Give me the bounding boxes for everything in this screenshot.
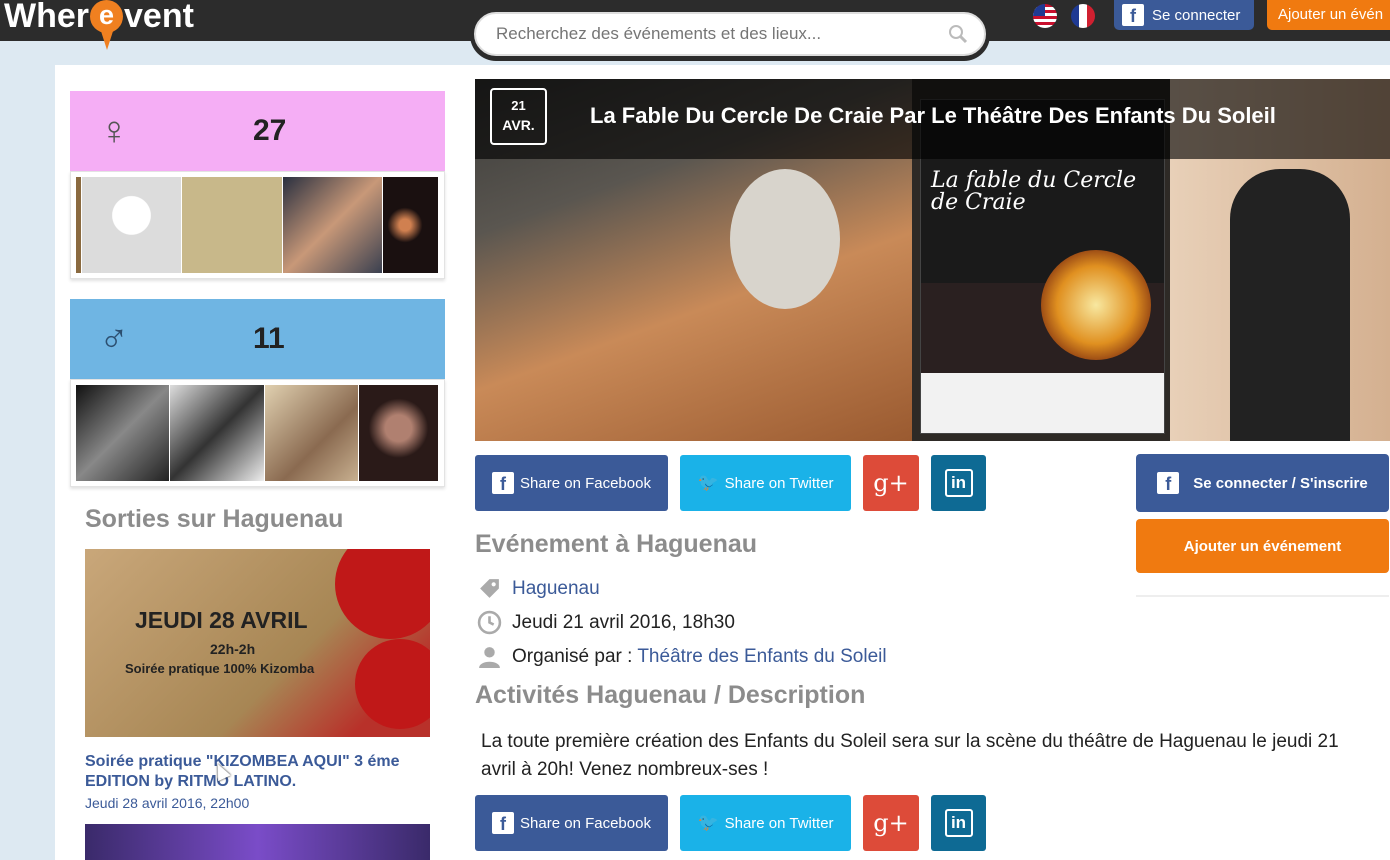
logo-text-right: vent: [124, 0, 194, 35]
add-event-button[interactable]: Ajouter un événement: [1136, 519, 1389, 573]
wherevent-logo[interactable]: Wher e vent: [4, 0, 194, 50]
event-datetime-row: Jeudi 21 avril 2016, 18h30: [477, 610, 735, 635]
google-plus-icon: g+: [873, 809, 909, 837]
share-twitter-button[interactable]: 🐦 Share on Twitter: [680, 455, 851, 511]
facebook-icon: f: [1157, 472, 1180, 494]
poster-hours: 22h-2h: [210, 641, 256, 657]
google-plus-icon: g+: [873, 469, 909, 497]
top-connect-button[interactable]: f Se connecter: [1114, 0, 1254, 30]
share-facebook-label: Share on Facebook: [520, 474, 651, 492]
event-section-title: Evénement à Haguenau: [475, 530, 758, 558]
event-location-link[interactable]: Haguenau: [512, 578, 600, 600]
user-icon: [479, 647, 500, 668]
sidebar-event-link[interactable]: Soirée pratique "KIZOMBEA AQUI" 3 éme ED…: [85, 752, 425, 792]
linkedin-icon: in: [944, 469, 973, 497]
female-count: 27: [253, 114, 287, 147]
sidebar-event-date: Jeudi 28 avril 2016, 22h00: [85, 795, 250, 811]
male-icon: ♂: [99, 316, 129, 361]
top-connect-label: Se connecter: [1152, 6, 1241, 24]
sidebar-event-image-2[interactable]: [85, 824, 430, 860]
rose-decoration: [335, 549, 430, 639]
avatar[interactable]: [182, 177, 282, 273]
male-count: 11: [253, 322, 285, 355]
avatar[interactable]: [81, 177, 182, 273]
avatar[interactable]: [383, 177, 438, 273]
search-icon[interactable]: [948, 24, 968, 44]
avatar[interactable]: [358, 385, 439, 481]
event-datetime: Jeudi 21 avril 2016, 18h30: [512, 611, 735, 633]
avatar[interactable]: [76, 385, 170, 481]
event-date-badge: 21 AVR.: [490, 88, 547, 145]
poster-circle: [1041, 250, 1151, 360]
avatar[interactable]: [282, 177, 383, 273]
event-location-row: Haguenau: [477, 576, 600, 601]
share-facebook-label: Share on Facebook: [520, 814, 651, 832]
facebook-icon: f: [492, 812, 515, 834]
avatar[interactable]: [170, 385, 264, 481]
event-day: 21: [511, 98, 526, 113]
facebook-icon: f: [1122, 4, 1144, 26]
poster-sponsors: [921, 373, 1164, 433]
organiser-link[interactable]: Théâtre des Enfants du Soleil: [637, 646, 886, 667]
linkedin-icon: in: [944, 809, 973, 837]
twitter-icon: 🐦: [697, 813, 719, 832]
share-twitter-button[interactable]: 🐦 Share on Twitter: [680, 795, 851, 851]
share-linkedin-button[interactable]: in: [931, 795, 986, 851]
male-avatars: [70, 379, 445, 487]
hero-figure: [1230, 169, 1350, 441]
logo-text-left: Wher: [4, 0, 89, 35]
avatar[interactable]: [76, 177, 81, 273]
event-description: La toute première création des Enfants d…: [481, 731, 1339, 780]
event-organiser-row: Organisé par : Théâtre des Enfants du So…: [477, 644, 887, 669]
female-icon: ♀: [99, 108, 129, 153]
share-linkedin-button[interactable]: in: [931, 455, 986, 511]
sidebar-event-image[interactable]: JEUDI 28 AVRIL 22h-2h Soirée pratique 10…: [85, 549, 430, 737]
share-twitter-label: Share on Twitter: [724, 474, 834, 492]
female-avatars: [70, 171, 445, 279]
hero-face: [730, 169, 840, 309]
poster-subtitle: Soirée pratique 100% Kizomba: [125, 661, 315, 676]
connect-signup-button[interactable]: f Se connecter / S'inscrire: [1136, 454, 1389, 512]
search-bar[interactable]: [474, 12, 986, 56]
english-flag-icon[interactable]: [1033, 4, 1057, 28]
event-hero-image: La fable du Cercle de Craie 21 AVR. La F…: [475, 79, 1390, 441]
sidebar-section-title: Sorties sur Haguenau: [85, 505, 344, 533]
share-google-button[interactable]: g+: [863, 795, 919, 851]
female-header: ♀ 27: [70, 91, 445, 171]
facebook-icon: f: [492, 472, 515, 494]
divider: [1136, 595, 1389, 597]
male-attendees-box: ♂ 11: [70, 299, 445, 487]
description-title: Activités Haguenau / Description: [475, 681, 866, 709]
top-add-event-button[interactable]: Ajouter un évén: [1267, 0, 1390, 30]
organiser-prefix: Organisé par :: [512, 645, 638, 667]
share-twitter-label: Share on Twitter: [724, 814, 834, 832]
poster-title: La fable du Cercle de Craie: [931, 168, 1137, 215]
connect-signup-label: Se connecter / S'inscrire: [1193, 474, 1368, 492]
french-flag-icon[interactable]: [1071, 4, 1095, 28]
avatar[interactable]: [264, 385, 358, 481]
event-title: La Fable Du Cercle De Craie Par Le Théât…: [590, 103, 1276, 128]
event-month: AVR.: [502, 117, 535, 133]
rose-decoration: [355, 639, 430, 729]
female-attendees-box: ♀ 27: [70, 91, 445, 279]
share-facebook-button[interactable]: f Share on Facebook: [475, 795, 668, 851]
twitter-icon: 🐦: [697, 473, 719, 492]
clock-icon: [477, 610, 502, 635]
share-facebook-button[interactable]: f Share on Facebook: [475, 455, 668, 511]
tag-icon: [480, 579, 499, 598]
search-input[interactable]: [496, 24, 936, 44]
male-header: ♂ 11: [70, 299, 445, 379]
poster-date: JEUDI 28 AVRIL: [135, 607, 308, 633]
logo-pin-icon: e: [90, 0, 123, 50]
share-google-button[interactable]: g+: [863, 455, 919, 511]
